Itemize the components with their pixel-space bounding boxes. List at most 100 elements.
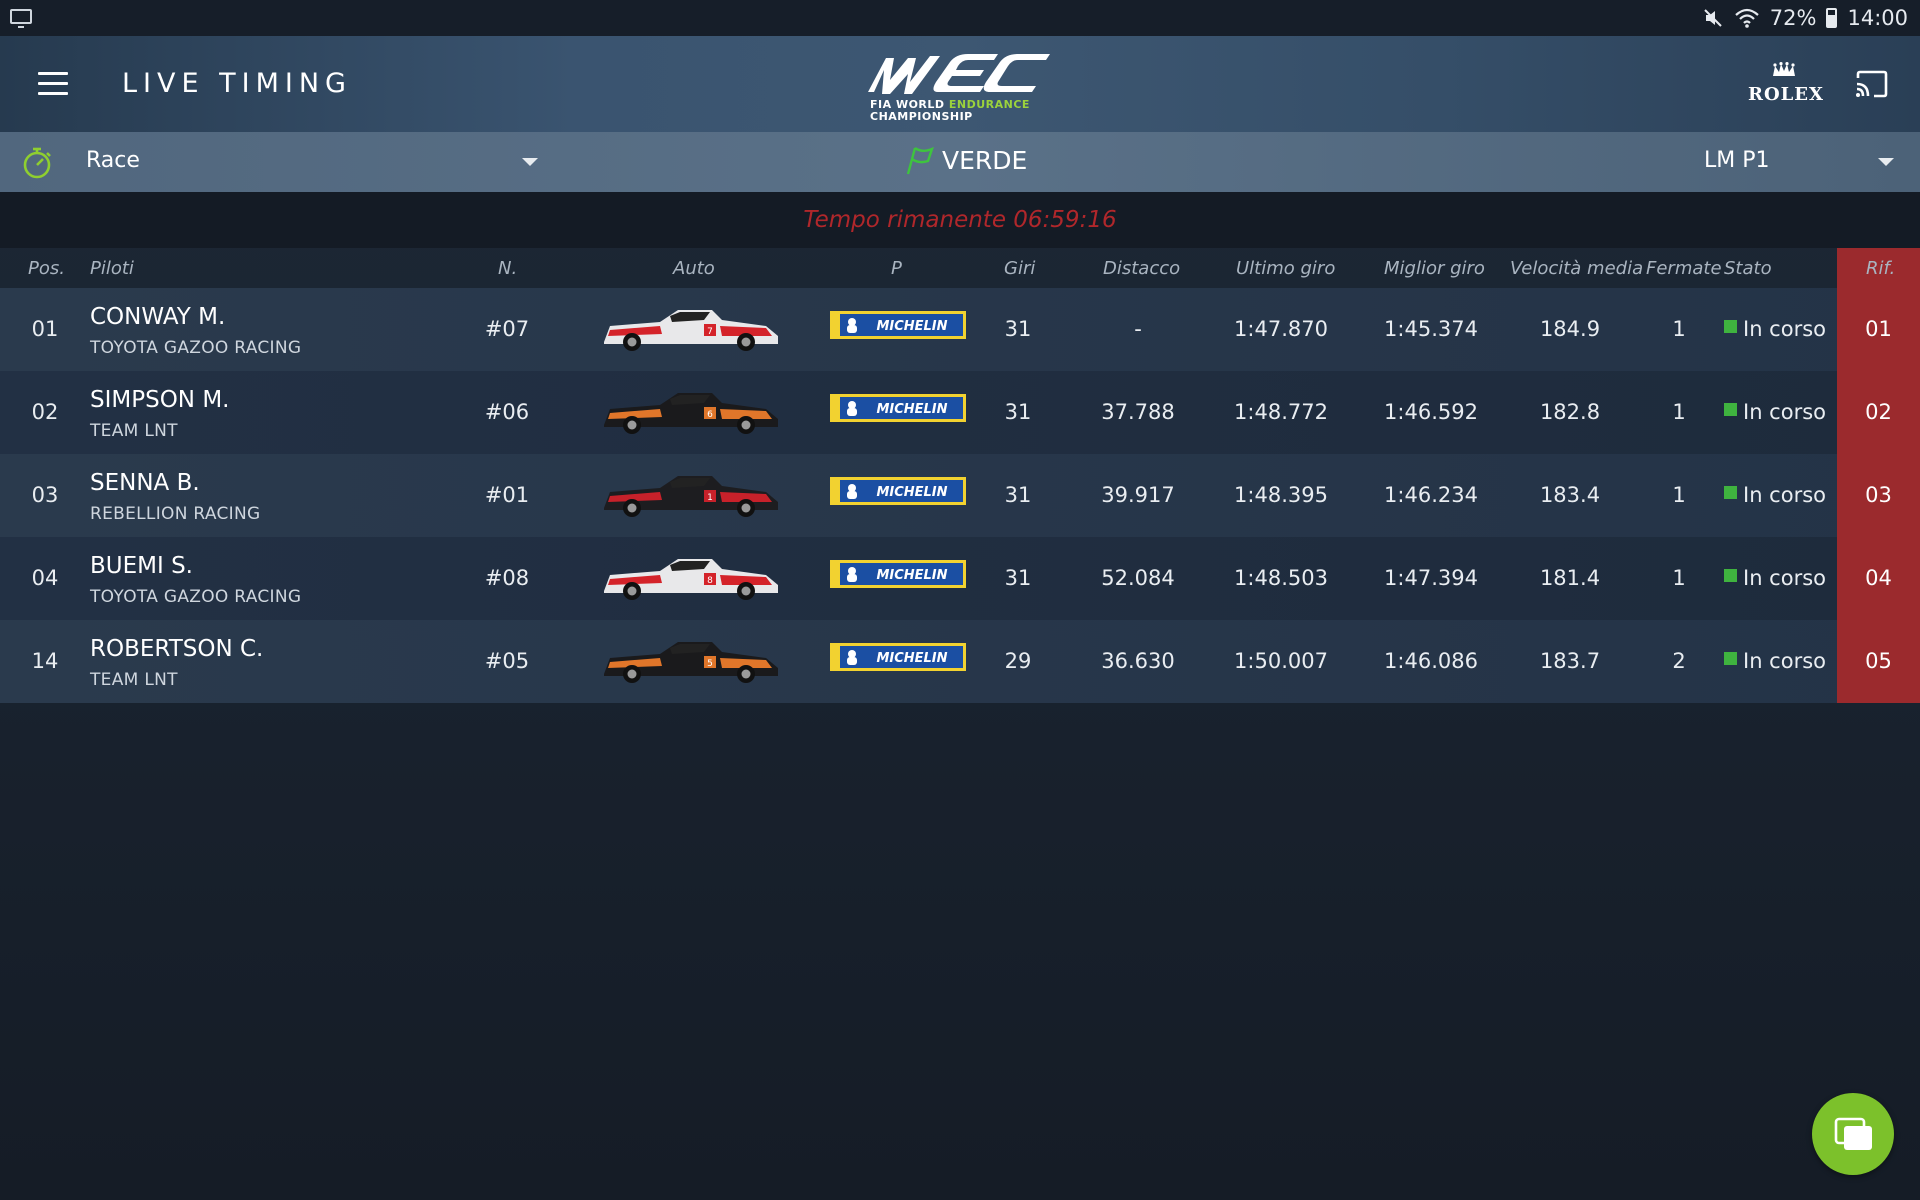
status-label: In corso: [1743, 400, 1826, 424]
status: In corso: [1724, 620, 1834, 703]
table-row[interactable]: 04 BUEMI S. TOYOTA GAZOO RACING #08 8 MICHELI…: [0, 537, 1920, 620]
class-value: LM P1: [1704, 148, 1770, 173]
cast-icon[interactable]: [1854, 70, 1888, 98]
table-row[interactable]: 01 CONWAY M. TOYOTA GAZOO RACING #07 7 MICHEL…: [0, 288, 1920, 371]
status-label: In corso: [1743, 566, 1826, 590]
status: In corso: [1724, 454, 1834, 537]
header-drivers: Piloti: [90, 258, 134, 279]
avg-speed: 182.8: [1539, 400, 1601, 424]
last-lap: 1:47.870: [1234, 317, 1328, 341]
car-image: 6: [600, 387, 782, 435]
multi-window-button[interactable]: [1812, 1093, 1894, 1175]
position: 14: [31, 649, 59, 673]
status-indicator-icon: [1724, 319, 1737, 333]
last-lap: 1:48.503: [1234, 566, 1328, 590]
header-car: Auto: [673, 258, 715, 279]
gap: 52.084: [1101, 566, 1175, 590]
class-dropdown[interactable]: LM P1: [1704, 132, 1894, 192]
header-pos: Pos.: [28, 258, 65, 279]
car-image: 7: [600, 304, 782, 352]
table-row[interactable]: 03 SENNA B. REBELLION RACING #01 1 MICHELIN 31…: [0, 454, 1920, 537]
driver-name: SIMPSON M.: [90, 387, 230, 413]
status-icons: 72% 14:00: [1702, 6, 1908, 30]
ref-cell: 02: [1837, 371, 1920, 454]
laps: 31: [1004, 566, 1032, 590]
pit-stops: 1: [1672, 483, 1686, 507]
sponsor-name: ROLEX: [1748, 84, 1824, 105]
screen-mirror-icon: [10, 9, 32, 28]
status-label: In corso: [1743, 317, 1826, 341]
wec-logo-mark: [868, 54, 1050, 94]
avg-speed: 181.4: [1539, 566, 1601, 590]
status-indicator-icon: [1724, 651, 1737, 665]
svg-text:7: 7: [707, 327, 713, 337]
header-last-lap: Ultimo giro: [1236, 258, 1336, 279]
header-gap: Distacco: [1103, 258, 1181, 279]
filter-bar: Race VERDE LM P1: [0, 132, 1920, 192]
page-title: LIVE TIMING: [122, 68, 352, 99]
status-label: In corso: [1743, 483, 1826, 507]
status-indicator-icon: [1724, 485, 1737, 499]
car-number: #06: [484, 400, 530, 424]
stopwatch-icon: [23, 147, 51, 179]
car-number: #08: [484, 566, 530, 590]
best-lap: 1:45.374: [1384, 317, 1478, 341]
pit-stops: 1: [1672, 400, 1686, 424]
laps: 31: [1004, 483, 1032, 507]
ref-cell: 04: [1837, 537, 1920, 620]
header-status: Stato: [1724, 258, 1772, 279]
car-number: #01: [484, 483, 530, 507]
laps: 29: [1004, 649, 1032, 673]
tyre-logo: MICHELIN: [830, 311, 966, 339]
session-dropdown[interactable]: Race: [86, 132, 538, 192]
last-lap: 1:48.772: [1234, 400, 1328, 424]
header-ref: Rif.: [1866, 258, 1896, 279]
status-label: In corso: [1743, 649, 1826, 673]
pit-stops: 1: [1672, 566, 1686, 590]
driver-name: CONWAY M.: [90, 304, 226, 330]
car-image: 5: [600, 636, 782, 684]
car-number: #05: [484, 649, 530, 673]
pit-stops: 1: [1672, 317, 1686, 341]
wec-logo: FIA WORLD ENDURANCE CHAMPIONSHIP: [860, 48, 1056, 124]
status-indicator-icon: [1724, 568, 1737, 582]
chevron-down-icon: [1878, 158, 1894, 166]
battery-percent: 72%: [1769, 6, 1817, 30]
tyre-logo: MICHELIN: [830, 394, 966, 422]
position: 03: [31, 483, 59, 507]
car-image: 8: [600, 553, 782, 601]
svg-text:MICHELIN: MICHELIN: [876, 402, 947, 417]
chevron-down-icon: [522, 158, 538, 166]
header-avg-speed: Velocità media: [1510, 258, 1644, 279]
status: In corso: [1724, 288, 1834, 371]
header-stops: Fermate: [1646, 258, 1722, 279]
laps: 31: [1004, 317, 1032, 341]
rolex-logo: ROLEX: [1748, 62, 1824, 105]
avg-speed: 183.7: [1539, 649, 1601, 673]
pit-stops: 2: [1672, 649, 1686, 673]
svg-text:6: 6: [707, 410, 713, 420]
best-lap: 1:47.394: [1384, 566, 1478, 590]
ref-cell: 01: [1837, 288, 1920, 371]
header-tyre: P: [891, 258, 902, 279]
table-row[interactable]: 14 ROBERTSON C. TEAM LNT #05 5 MICHELIN 29 36.6…: [0, 620, 1920, 703]
driver-name: ROBERTSON C.: [90, 636, 264, 662]
gap: 37.788: [1101, 400, 1175, 424]
app-header: LIVE TIMING FIA WORLD ENDURANCE CHAMPION…: [0, 36, 1920, 132]
status: In corso: [1724, 537, 1834, 620]
ref-cell: 03: [1837, 454, 1920, 537]
session-value: Race: [86, 148, 140, 173]
driver-name: SENNA B.: [90, 470, 200, 496]
time-remaining: Tempo rimanente 06:59:16: [803, 207, 1117, 233]
tyre-logo: MICHELIN: [830, 477, 966, 505]
battery-icon: [1826, 8, 1838, 28]
svg-text:MICHELIN: MICHELIN: [876, 568, 947, 583]
mute-icon: [1704, 9, 1722, 27]
header-best-lap: Miglior giro: [1384, 258, 1485, 279]
laps: 31: [1004, 400, 1032, 424]
hamburger-menu-icon[interactable]: [38, 72, 70, 96]
flag-status: VERDE: [904, 144, 1027, 176]
gap: -: [1134, 317, 1142, 341]
table-row[interactable]: 02 SIMPSON M. TEAM LNT #06 6 MICHELIN 31 37.788…: [0, 371, 1920, 454]
best-lap: 1:46.234: [1384, 483, 1478, 507]
